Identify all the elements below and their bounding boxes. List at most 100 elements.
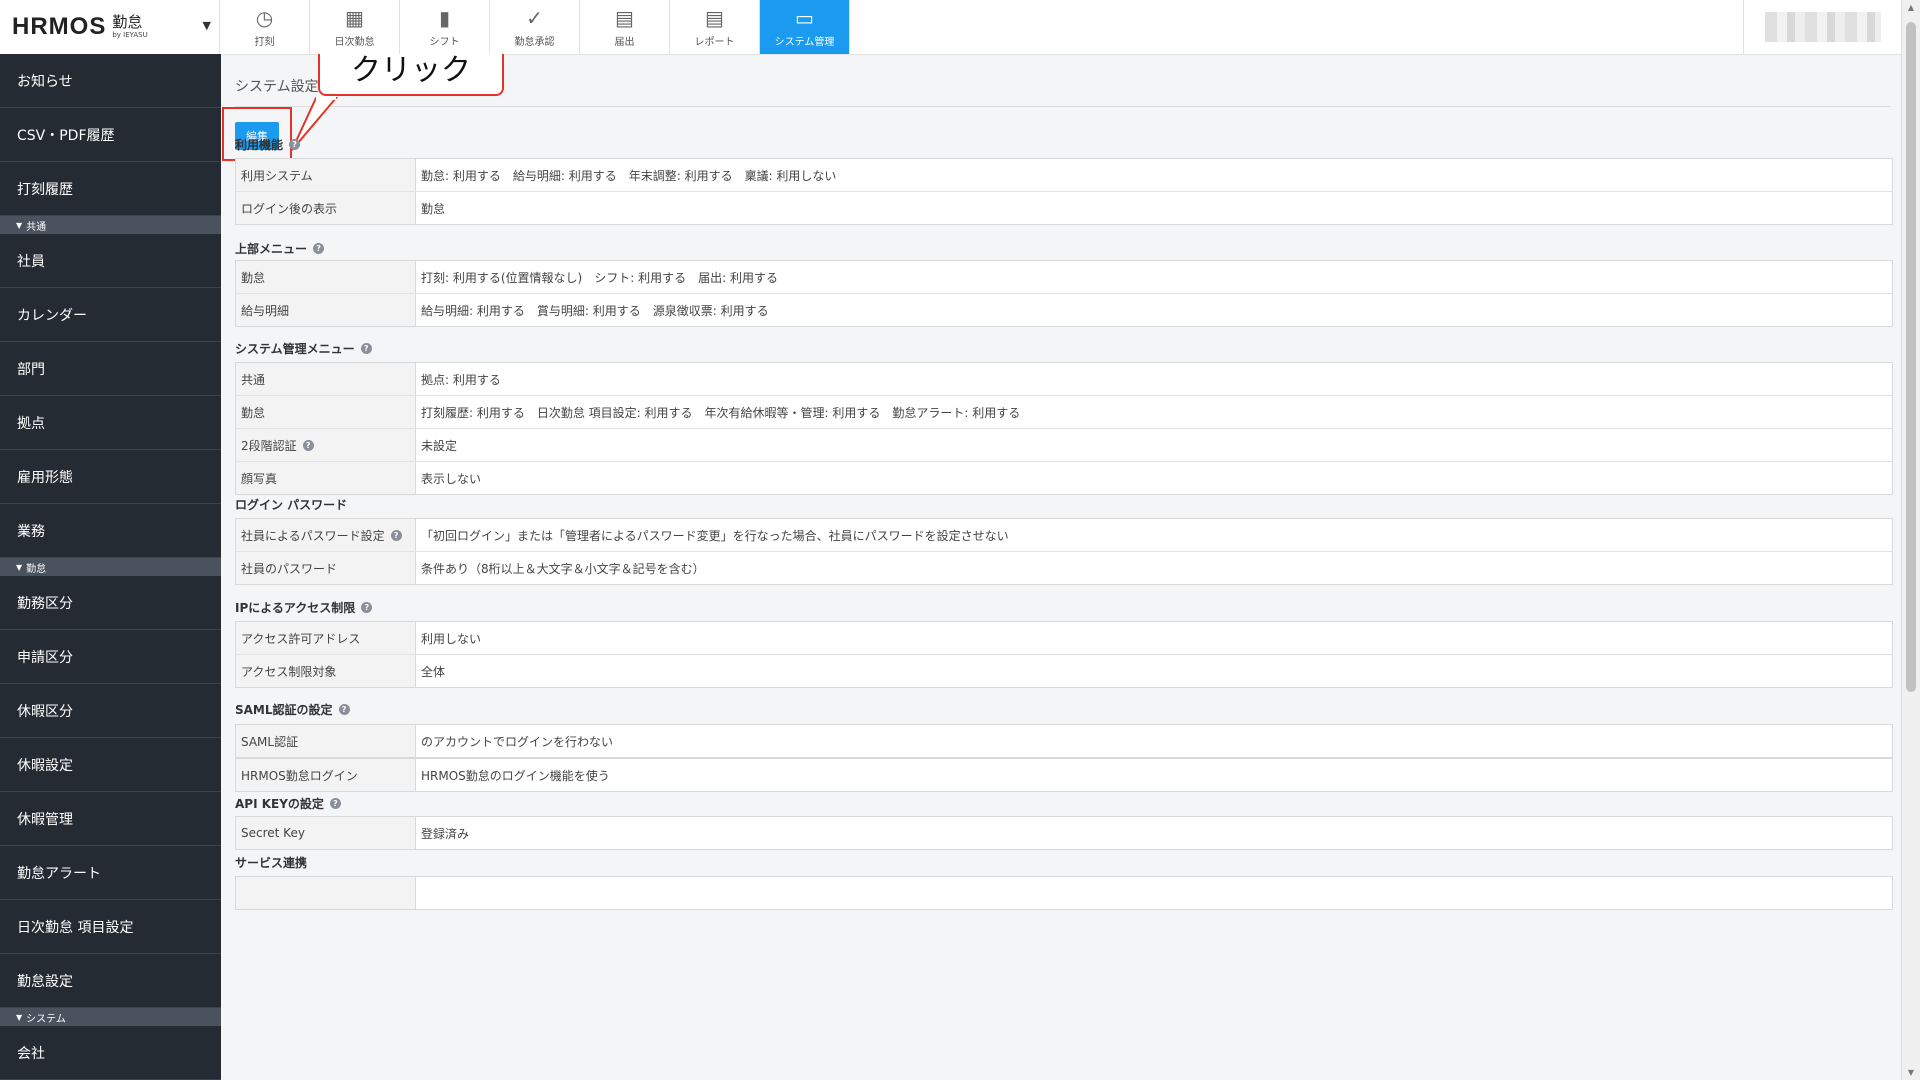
settings-table — [235, 876, 1893, 910]
scrollbar[interactable]: ▲ ▼ — [1901, 0, 1920, 1080]
sidebar-item[interactable]: 社員 — [0, 234, 221, 288]
settings-row: SAML認証 のアカウントでログインを行わない — [236, 725, 1892, 757]
settings-row-label-text: 給与明細 — [241, 303, 290, 318]
section-heading: SAML認証の設定? — [235, 701, 350, 718]
help-icon[interactable]: ? — [329, 798, 341, 809]
sidebar-item[interactable]: カレンダー — [0, 288, 221, 342]
user-name-blurred — [1765, 12, 1881, 42]
settings-row: 社員のパスワード 条件あり（8桁以上＆大文字＆小文字＆記号を含む） — [236, 551, 1892, 584]
settings-row-label-text: SAML認証 — [241, 734, 299, 749]
settings-row-label: Secret Key — [236, 817, 416, 849]
sidebar-item[interactable]: 勤務区分 — [0, 576, 221, 630]
help-icon[interactable]: ? — [313, 243, 325, 254]
sidebar-section-header[interactable]: ▼ 共通 — [0, 216, 221, 234]
settings-row-label-text: 共通 — [241, 372, 266, 387]
settings-row: ログイン後の表示 勤怠 — [236, 191, 1892, 224]
nav-item-label: 打刻 — [254, 36, 275, 48]
settings-row: 社員によるパスワード設定? 「初回ログイン」または「管理者によるパスワード変更」を… — [236, 519, 1892, 551]
sidebar-item[interactable]: 勤怠アラート — [0, 846, 221, 900]
nav-item-0[interactable]: ◷ 打刻 — [220, 0, 310, 54]
sidebar-item[interactable]: 休暇設定 — [0, 738, 221, 792]
settings-row-label: 社員によるパスワード設定? — [236, 519, 416, 551]
sidebar-section-header[interactable]: ▼ 勤怠 — [0, 558, 221, 576]
sidebar-item[interactable]: 勤怠設定 — [0, 954, 221, 1008]
settings-row-label: SAML認証 — [236, 725, 416, 757]
sidebar-item[interactable]: 会社 — [0, 1026, 221, 1080]
sidebar-item[interactable]: 申請区分 — [0, 630, 221, 684]
sidebar-item[interactable]: 業務 — [0, 504, 221, 558]
sidebar-item-label: 部門 — [17, 361, 45, 378]
chevron-down-icon[interactable]: ▼ — [203, 19, 211, 32]
settings-row-value: 全体 — [421, 664, 446, 679]
help-icon[interactable]: ? — [360, 343, 372, 354]
help-icon[interactable]: ? — [289, 139, 301, 150]
triangle-down-icon: ▼ — [16, 562, 23, 572]
settings-row-value: 表示しない — [421, 471, 482, 486]
sidebar-item[interactable]: 日次勤怠 項目設定 — [0, 900, 221, 954]
calendar-icon: ▦ — [345, 5, 364, 30]
help-icon[interactable]: ? — [390, 529, 402, 541]
section-heading: サービス連携 — [235, 854, 307, 871]
settings-row-label-text: Secret Key — [241, 826, 305, 840]
settings-table: 共通 拠点: 利用する 勤怠 打刻履歴: 利用する 日次勤怠 項目設定: 利用する 年… — [235, 362, 1893, 495]
sidebar-item-label: 打刻履歴 — [17, 181, 73, 198]
settings-row: 2段階認証? 未設定 — [236, 428, 1892, 461]
nav-item-label: 届出 — [614, 36, 635, 48]
sidebar-item[interactable]: 拠点 — [0, 396, 221, 450]
settings-row-value: のアカウントでログインを行わない — [421, 734, 614, 749]
nav-item-label: 日次勤怠 — [334, 36, 375, 48]
settings-row: HRMOS勤怠ログイン HRMOS勤怠のログイン機能を使う — [236, 759, 1892, 791]
sidebar-item[interactable]: お知らせ — [0, 54, 221, 108]
settings-row-label-text: 社員によるパスワード設定 — [241, 528, 385, 543]
sidebar-item[interactable]: 打刻履歴 — [0, 162, 221, 216]
settings-row-label-text: 勤怠 — [241, 270, 266, 285]
scroll-thumb[interactable] — [1906, 22, 1916, 692]
sidebar-section-header[interactable]: ▼ システム — [0, 1008, 221, 1026]
section-title: IPによるアクセス制限 — [235, 601, 356, 615]
settings-row-label: アクセス許可アドレス — [236, 622, 416, 654]
help-icon[interactable]: ? — [361, 602, 373, 613]
help-icon[interactable]: ? — [338, 704, 350, 715]
nav-item-4[interactable]: ▤ 届出 — [580, 0, 670, 54]
settings-row-value: 勤怠: 利用する 給与明細: 利用する 年末調整: 利用する 稟議: 利用しない — [421, 168, 837, 183]
settings-row-value: 登録済み — [421, 826, 470, 841]
nav-item-3[interactable]: ✓ 勤怠承認 — [490, 0, 580, 54]
sidebar-item[interactable]: 部門 — [0, 342, 221, 396]
sidebar-item[interactable]: 休暇区分 — [0, 684, 221, 738]
scroll-down-arrow-icon[interactable]: ▼ — [1902, 1068, 1920, 1077]
sidebar-item[interactable]: CSV・PDF履歴 — [0, 108, 221, 162]
section-title: ログイン パスワード — [235, 498, 348, 512]
nav-item-2[interactable]: ▮ シフト — [400, 0, 490, 54]
settings-row: Secret Key 登録済み — [236, 817, 1892, 849]
nav-item-6[interactable]: ▭ システム管理 — [760, 0, 850, 54]
sidebar-item-label: 勤務区分 — [17, 595, 73, 612]
scroll-up-arrow-icon[interactable]: ▲ — [1902, 3, 1920, 12]
settings-row-label-text: 顔写真 — [241, 471, 278, 486]
sidebar-item-label: 勤怠 — [26, 563, 47, 575]
section-title: API KEYの設定 — [235, 797, 324, 811]
nav-item-1[interactable]: ▦ 日次勤怠 — [310, 0, 400, 54]
sidebar-item-label: 共通 — [26, 221, 47, 233]
help-icon[interactable]: ? — [302, 439, 314, 451]
notebook-icon: ▮ — [438, 5, 450, 30]
sidebar-item-label: 申請区分 — [17, 649, 73, 666]
settings-row-value: 利用しない — [421, 631, 482, 646]
settings-row: 勤怠 打刻履歴: 利用する 日次勤怠 項目設定: 利用する 年次有給休暇等・管理:… — [236, 395, 1892, 428]
title-divider — [235, 106, 1891, 107]
clock-icon: ◷ — [255, 5, 274, 30]
sidebar-item[interactable]: 休暇管理 — [0, 792, 221, 846]
settings-row: アクセス制限対象 全体 — [236, 654, 1892, 687]
settings-row-label: アクセス制限対象 — [236, 655, 416, 687]
top-bar: HRMOS 勤怠 by IEYASU ▼ ◷ 打刻 ▦ 日次勤怠 ▮ シフト ✓ 勤怠承認 ▤ 届… — [0, 0, 1902, 55]
nav-item-label: シフト — [429, 36, 460, 48]
logo[interactable]: HRMOS 勤怠 by IEYASU ▼ — [0, 0, 220, 54]
settings-row-value: 条件あり（8桁以上＆大文字＆小文字＆記号を含む） — [421, 561, 705, 576]
settings-row-label-text: 利用システム — [241, 168, 313, 183]
nav-item-5[interactable]: ▤ レポート — [670, 0, 760, 54]
section-heading: ログイン パスワード — [235, 496, 347, 513]
section-title: サービス連携 — [235, 856, 308, 870]
settings-row: 勤怠 打刻: 利用する(位置情報なし) シフト: 利用する 届出: 利用する — [236, 261, 1892, 293]
user-menu[interactable] — [1743, 0, 1902, 54]
settings-row-value: 打刻履歴: 利用する 日次勤怠 項目設定: 利用する 年次有給休暇等・管理: 利… — [421, 405, 1021, 420]
sidebar-item[interactable]: 雇用形態 — [0, 450, 221, 504]
